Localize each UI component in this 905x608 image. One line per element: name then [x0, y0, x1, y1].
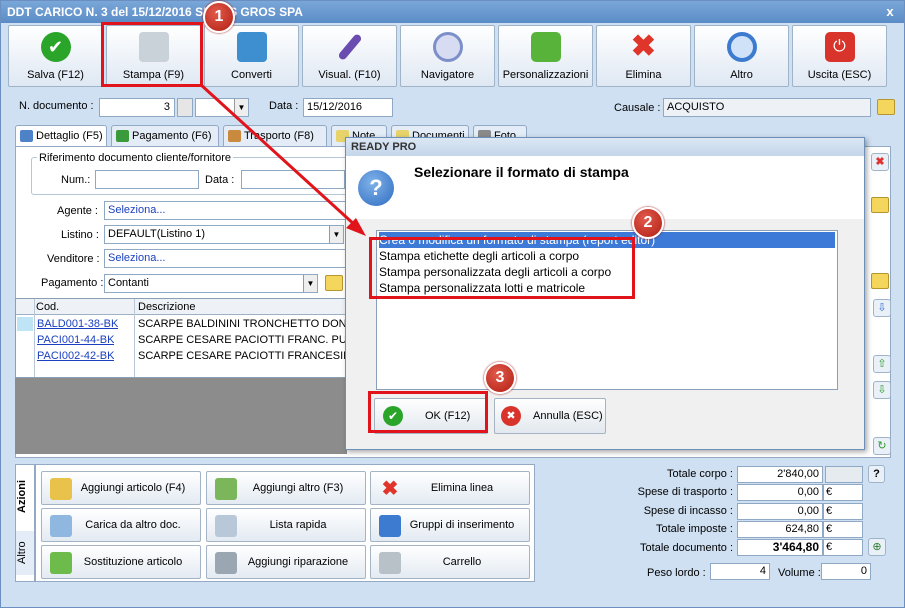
step-badge-2: 2 — [632, 207, 664, 239]
annotation-arrow — [198, 82, 366, 236]
step-badge-1: 1 — [203, 1, 235, 33]
step-badge-3: 3 — [484, 362, 516, 394]
